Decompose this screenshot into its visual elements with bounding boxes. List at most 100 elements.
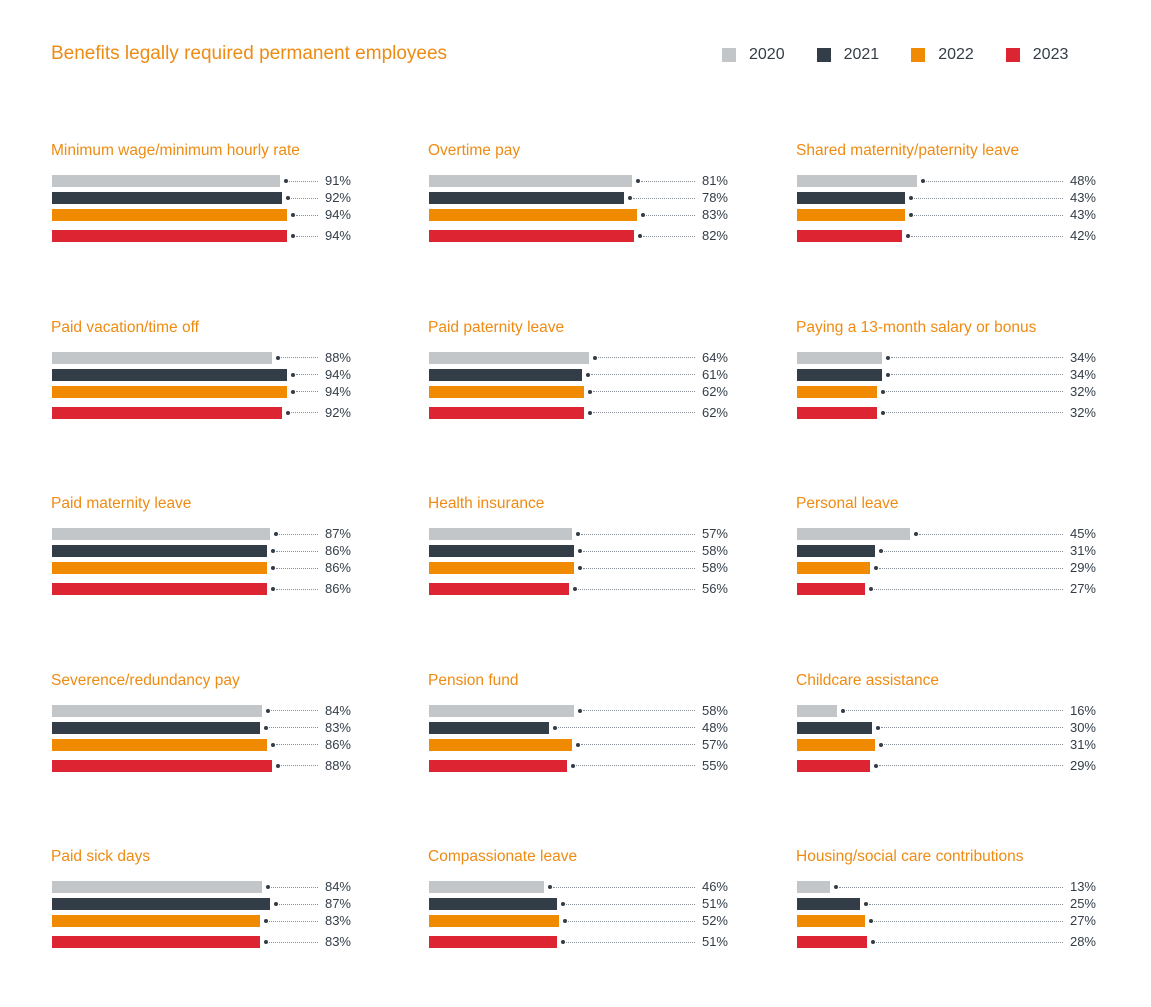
bar-2021 — [429, 192, 624, 204]
leader-line — [296, 214, 318, 216]
value-label: 42% — [1069, 228, 1096, 243]
panel-title: Shared maternity/paternity leave — [796, 142, 1020, 159]
bar-2022 — [797, 738, 875, 751]
bar-end-dot — [563, 919, 567, 923]
bar-end-dot — [873, 566, 878, 570]
bar-row-2020: 88% — [51, 350, 351, 365]
bar-end-dot — [833, 885, 838, 889]
bar-end-dot — [271, 587, 275, 591]
bar-row-2022: 57% — [428, 737, 728, 752]
bar-2020 — [429, 704, 574, 717]
leader-line — [580, 744, 695, 745]
bar-row-2020: 84% — [51, 879, 351, 894]
leader-line — [926, 180, 1063, 182]
leader-line — [876, 941, 1063, 943]
value-label: 13% — [1069, 879, 1096, 894]
bar-end-dot — [878, 742, 883, 747]
bar-2021 — [797, 192, 905, 204]
panel-pension-fund: Pension fund 58% 48% 57% 55% — [428, 672, 738, 782]
bar-row-2020: 87% — [51, 526, 351, 541]
value-label: 58% — [701, 543, 728, 558]
value-label: 83% — [324, 913, 351, 928]
value-label: 91% — [324, 173, 351, 188]
bar-end-dot — [273, 902, 278, 906]
bar-end-dot — [628, 196, 632, 200]
leader-line — [583, 567, 695, 569]
bar-row-2021: 34% — [796, 367, 1096, 382]
bar-row-2022: 83% — [428, 207, 728, 222]
bar-row-2022: 27% — [796, 913, 1096, 928]
bar-end-dot — [863, 902, 868, 906]
panel-overtime-pay: Overtime pay 81% 78% 83% 82% — [428, 142, 738, 252]
value-label: 30% — [1069, 719, 1096, 735]
value-label: 51% — [701, 934, 728, 949]
bar-row-2022: 86% — [51, 737, 351, 752]
bar-row-2020: 48% — [796, 173, 1096, 188]
bar-end-dot — [263, 725, 268, 730]
value-label: 43% — [1069, 207, 1096, 222]
bar-2021 — [52, 192, 282, 204]
bar-end-dot — [553, 725, 557, 730]
value-label: 31% — [1069, 543, 1096, 558]
bar-2023 — [797, 406, 877, 419]
value-label: 78% — [701, 190, 728, 205]
bar-end-dot — [868, 587, 873, 591]
bar-end-dot — [266, 708, 270, 713]
bar-row-2022: 31% — [796, 736, 1096, 752]
bar-2023 — [797, 759, 870, 772]
leader-line — [268, 727, 318, 728]
value-label: 86% — [324, 560, 351, 575]
bar-2023 — [429, 406, 584, 419]
panel-health-insurance: Health insurance 57% 58% 58% 56% — [428, 495, 738, 605]
bar-2020 — [52, 175, 280, 187]
value-label: 29% — [1069, 757, 1096, 773]
value-label: 58% — [701, 702, 728, 718]
bar-row-2023: 32% — [796, 404, 1096, 420]
bar-row-2021: 58% — [428, 543, 728, 558]
bar-row-2022: 62% — [428, 384, 728, 399]
value-label: 32% — [1069, 404, 1096, 420]
bar-2020 — [52, 528, 270, 540]
leader-line — [558, 727, 695, 728]
bar-row-2020: 64% — [428, 350, 728, 365]
value-label: 94% — [324, 366, 351, 382]
value-label: 52% — [701, 913, 728, 928]
bar-2020 — [797, 528, 910, 540]
bar-2023 — [52, 406, 282, 419]
bar-end-dot — [873, 763, 878, 768]
bar-2023 — [52, 759, 272, 772]
bar-2020 — [797, 175, 917, 187]
bar-row-2023: 56% — [428, 581, 728, 596]
leader-line — [575, 765, 695, 766]
value-label: 27% — [1069, 581, 1096, 596]
bar-row-2021: 61% — [428, 367, 728, 382]
panel-paid-sick-days: Paid sick days 84% 87% 83% 83% — [51, 848, 361, 958]
value-label: 94% — [324, 383, 351, 399]
leader-line — [278, 903, 318, 905]
bar-row-2022: 83% — [51, 913, 351, 928]
value-label: 82% — [701, 228, 728, 243]
bar-row-2022: 29% — [796, 560, 1096, 575]
bar-row-2023: 42% — [796, 228, 1096, 243]
leader-line — [583, 550, 695, 552]
bar-row-2021: 86% — [51, 543, 351, 558]
leader-line — [593, 391, 695, 392]
bar-row-2022: 94% — [51, 207, 351, 222]
bar-2021 — [429, 898, 557, 910]
bar-end-dot — [276, 763, 280, 768]
value-label: 62% — [701, 404, 728, 420]
value-label: 31% — [1069, 736, 1096, 752]
leader-line — [276, 550, 318, 552]
value-label: 84% — [324, 702, 351, 718]
bar-end-dot — [291, 372, 295, 377]
bar-2021 — [797, 368, 882, 381]
legend-swatch-2022 — [911, 48, 926, 62]
leader-line — [583, 710, 695, 711]
leader-line — [598, 357, 695, 358]
bar-end-dot — [266, 885, 270, 889]
bar-2021 — [52, 545, 267, 557]
bar-end-dot — [578, 566, 582, 570]
legend-label-2023: 2023 — [1032, 46, 1069, 63]
panel-title: Overtime pay — [428, 142, 521, 159]
bar-2022 — [52, 562, 267, 574]
